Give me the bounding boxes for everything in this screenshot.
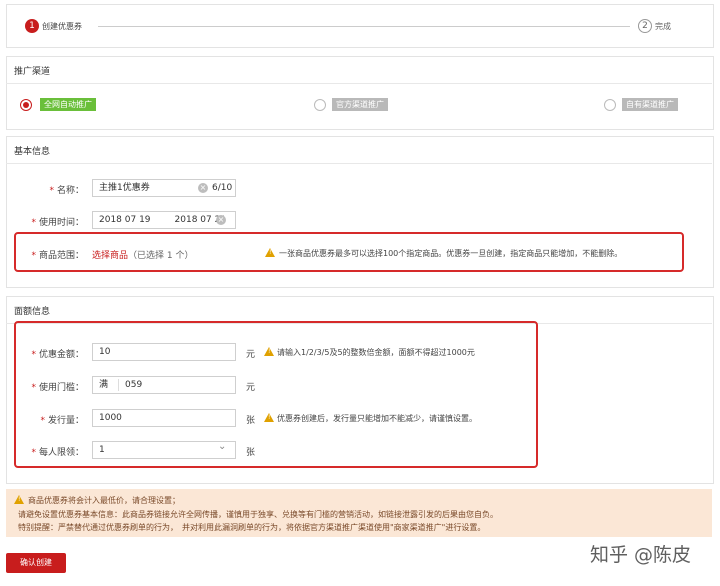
promotion-channel-card: [6, 56, 714, 130]
highlight-box: [14, 321, 538, 468]
radio-own-promotion[interactable]: [604, 99, 616, 111]
step-1-label: 创建优惠券: [42, 22, 82, 31]
basic-info-title: 基本信息: [14, 147, 51, 157]
radio-auto-promotion[interactable]: [20, 99, 32, 111]
step-progress-line: [98, 26, 630, 27]
step-2-label: 完成: [655, 22, 671, 31]
confirm-create-button[interactable]: 确认创建: [6, 553, 66, 573]
watermark: 知乎 @陈皮: [590, 544, 692, 566]
radio-official-promotion[interactable]: [314, 99, 326, 111]
name-char-count: 6/10: [212, 183, 233, 193]
notice-line: 商品优惠券将会计入最低价，请合理设置；: [28, 496, 180, 505]
time-label: * 使用时间：: [31, 218, 84, 228]
step-1-marker: 1: [25, 19, 39, 33]
clear-icon[interactable]: ×: [216, 215, 226, 225]
notice-line: 特别提醒：严禁替代通过优惠券刷单的行为， 并对利用此漏洞刷单的行为，将依据官方渠…: [18, 523, 486, 532]
notice-banner: 商品优惠券将会计入最低价，请合理设置； 请避免设置优惠券基本信息：此商品券链接允…: [6, 489, 712, 537]
divider: [6, 163, 712, 164]
option-auto-promotion[interactable]: 全网自动推广: [40, 98, 96, 111]
name-label: * 名称：: [49, 186, 84, 196]
highlight-box: [14, 232, 684, 272]
notice-line: 请避免设置优惠券基本信息：此商品券链接允许全网传播，谨慎用于独享、兑换等有门槛的…: [18, 510, 498, 519]
clear-icon[interactable]: ×: [198, 183, 208, 193]
option-official-promotion[interactable]: 官方渠道推广: [332, 98, 388, 111]
step-2-marker: 2: [638, 19, 652, 33]
face-value-title: 面额信息: [14, 307, 51, 317]
promotion-channel-title: 推广渠道: [14, 67, 51, 77]
option-own-promotion[interactable]: 自有渠道推广: [622, 98, 678, 111]
time-range-input[interactable]: 2018 07 19 2018 07 21: [92, 211, 236, 229]
warning-icon: [14, 495, 24, 504]
divider: [6, 83, 712, 84]
